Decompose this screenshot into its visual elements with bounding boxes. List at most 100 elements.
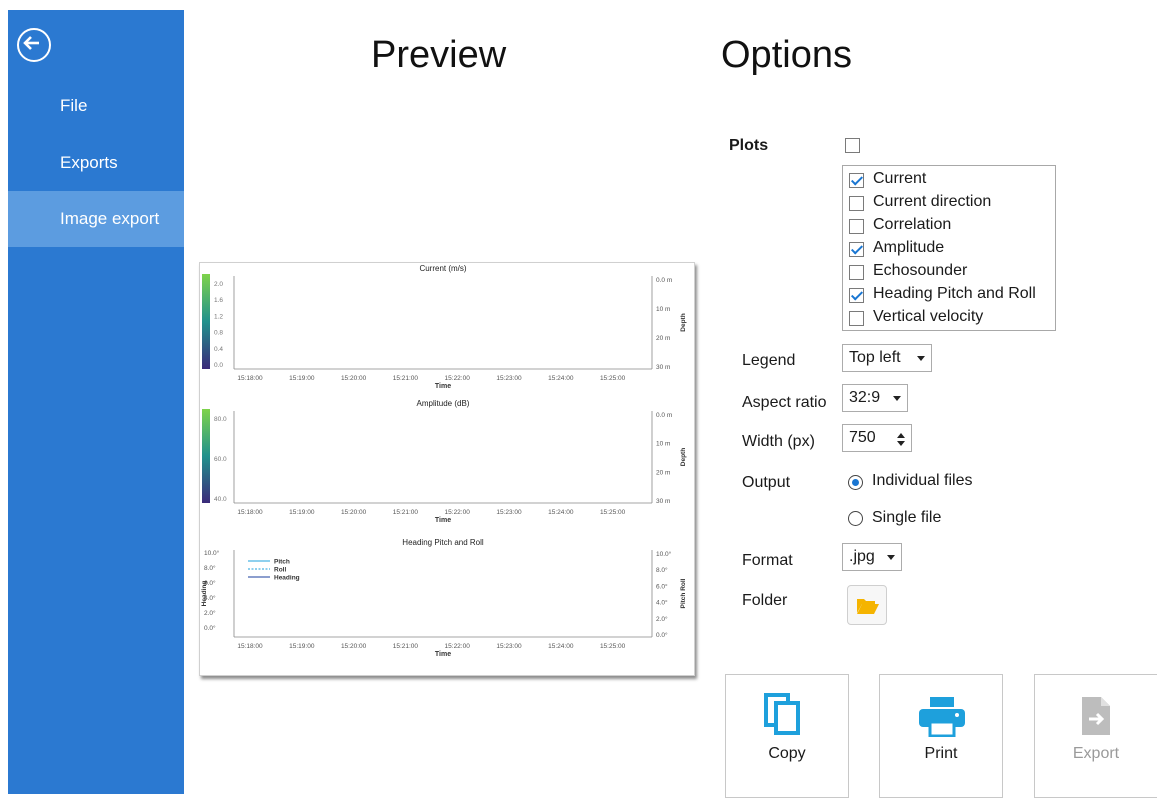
legend-select[interactable]: Top left — [842, 344, 932, 372]
x-tick-label: 15:23:00 — [496, 375, 522, 382]
left-tick-label: 0.0° — [204, 624, 216, 632]
right-axis-label: Pitch Roll — [680, 578, 687, 608]
plot-label: Current — [873, 170, 927, 187]
checkbox[interactable] — [849, 242, 864, 257]
legend-entry: Pitch — [274, 559, 290, 566]
x-tick-label: 15:25:00 — [600, 375, 626, 382]
chart-title: Current (m/s) — [419, 264, 466, 273]
x-tick-label: 15:19:00 — [289, 643, 315, 650]
checkbox[interactable] — [849, 173, 864, 188]
x-tick-label: 15:18:00 — [237, 509, 263, 516]
width-stepper[interactable]: 750 — [842, 424, 912, 452]
checkbox[interactable] — [849, 265, 864, 280]
x-tick-label: 15:23:00 — [496, 643, 522, 650]
plot-label: Correlation — [873, 216, 952, 233]
right-tick-label: 0.0° — [656, 631, 668, 639]
x-tick-label: 15:23:00 — [496, 509, 522, 516]
colorbar-tick-label: 1.2 — [214, 313, 223, 320]
x-tick-label: 15:24:00 — [548, 643, 574, 650]
spin-up-icon[interactable] — [897, 433, 905, 438]
plot-label: Amplitude — [873, 239, 945, 256]
output-individual-label[interactable]: Individual files — [872, 472, 973, 490]
left-tick-label: 2.0° — [204, 609, 216, 617]
right-tick-label: 2.0° — [656, 615, 668, 623]
x-tick-label: 15:21:00 — [393, 509, 419, 516]
chart-title: Heading Pitch and Roll — [402, 538, 484, 547]
x-tick-label: 15:22:00 — [445, 509, 471, 516]
copy-button[interactable]: Copy — [725, 674, 849, 798]
sidebar-item-file[interactable]: File — [8, 78, 184, 134]
colorbar-tick-label: 0.0 — [214, 362, 223, 369]
spin-down-icon[interactable] — [897, 441, 905, 446]
x-tick-label: 15:25:00 — [600, 643, 626, 650]
colorbar — [202, 409, 210, 503]
copy-icon — [764, 693, 800, 735]
print-button[interactable]: Print — [879, 674, 1003, 798]
right-tick-label: 6.0° — [656, 582, 668, 590]
checkbox[interactable] — [849, 288, 864, 303]
chevron-down-icon — [893, 396, 901, 401]
colorbar-tick-label: 2.0 — [214, 281, 223, 288]
checkbox[interactable] — [849, 219, 864, 234]
x-tick-label: 15:20:00 — [341, 375, 367, 382]
plot-label: Echosounder — [873, 262, 968, 279]
printer-icon — [919, 697, 965, 737]
export-button[interactable]: Export — [1034, 674, 1157, 798]
right-tick-label: 8.0° — [656, 566, 668, 574]
x-tick-label: 15:18:00 — [237, 375, 263, 382]
right-tick-label: 10 m — [656, 441, 670, 448]
format-value: .jpg — [849, 548, 875, 565]
output-single-label[interactable]: Single file — [872, 509, 941, 527]
format-select[interactable]: .jpg — [842, 543, 902, 571]
plot-label: Vertical velocity — [873, 308, 984, 325]
colorbar-tick-label: 0.8 — [214, 330, 223, 337]
x-tick-label: 15:25:00 — [600, 509, 626, 516]
x-axis-label: Time — [435, 651, 451, 658]
left-tick-label: 10.0° — [204, 549, 220, 557]
checkbox[interactable] — [849, 311, 864, 326]
colorbar-tick-label: 1.6 — [214, 297, 223, 304]
right-axis-label: Depth — [680, 448, 687, 466]
output-label: Output — [742, 474, 791, 491]
x-tick-label: 15:21:00 — [393, 643, 419, 650]
output-single-radio[interactable] — [848, 511, 863, 526]
right-tick-label: 10 m — [656, 306, 670, 313]
format-label: Format — [742, 552, 793, 569]
sidebar-item-exports[interactable]: Exports — [8, 135, 184, 191]
x-tick-label: 15:20:00 — [341, 643, 367, 650]
left-axis-label: Heading — [201, 581, 208, 607]
chart-title: Amplitude (dB) — [417, 399, 470, 408]
chevron-down-icon — [917, 356, 925, 361]
sidebar-item-image-export[interactable]: Image export — [8, 191, 184, 247]
x-tick-label: 15:24:00 — [548, 509, 574, 516]
preview-heading: Preview — [371, 34, 507, 76]
legend-value: Top left — [849, 349, 901, 366]
folder-button[interactable] — [847, 585, 887, 625]
options-heading: Options — [721, 34, 852, 76]
plots-select-all-checkbox[interactable] — [845, 138, 860, 153]
x-tick-label: 15:19:00 — [289, 509, 315, 516]
colorbar-tick-label: 40.0 — [214, 496, 227, 503]
print-label: Print — [924, 745, 958, 762]
legend-label: Legend — [742, 352, 796, 369]
file-export-icon — [1082, 697, 1110, 735]
aspect-ratio-select[interactable]: 32:9 — [842, 384, 908, 412]
right-tick-label: 20 m — [656, 469, 670, 476]
x-tick-label: 15:22:00 — [445, 375, 471, 382]
colorbar-tick-label: 0.4 — [214, 346, 223, 353]
right-tick-label: 0.0 m — [656, 277, 672, 284]
colorbar — [202, 274, 210, 369]
copy-label: Copy — [768, 745, 806, 762]
width-value: 750 — [849, 429, 876, 446]
sidebar: File Exports Image export — [8, 10, 184, 794]
checkbox[interactable] — [849, 196, 864, 211]
x-tick-label: 15:24:00 — [548, 375, 574, 382]
plot-label: Current direction — [873, 193, 992, 210]
left-tick-label: 8.0° — [204, 564, 216, 572]
x-tick-label: 15:20:00 — [341, 509, 367, 516]
back-arrow-icon[interactable] — [17, 28, 51, 62]
x-tick-label: 15:22:00 — [445, 643, 471, 650]
width-label: Width (px) — [742, 433, 815, 450]
output-individual-radio[interactable] — [848, 475, 863, 490]
chevron-down-icon — [887, 555, 895, 560]
